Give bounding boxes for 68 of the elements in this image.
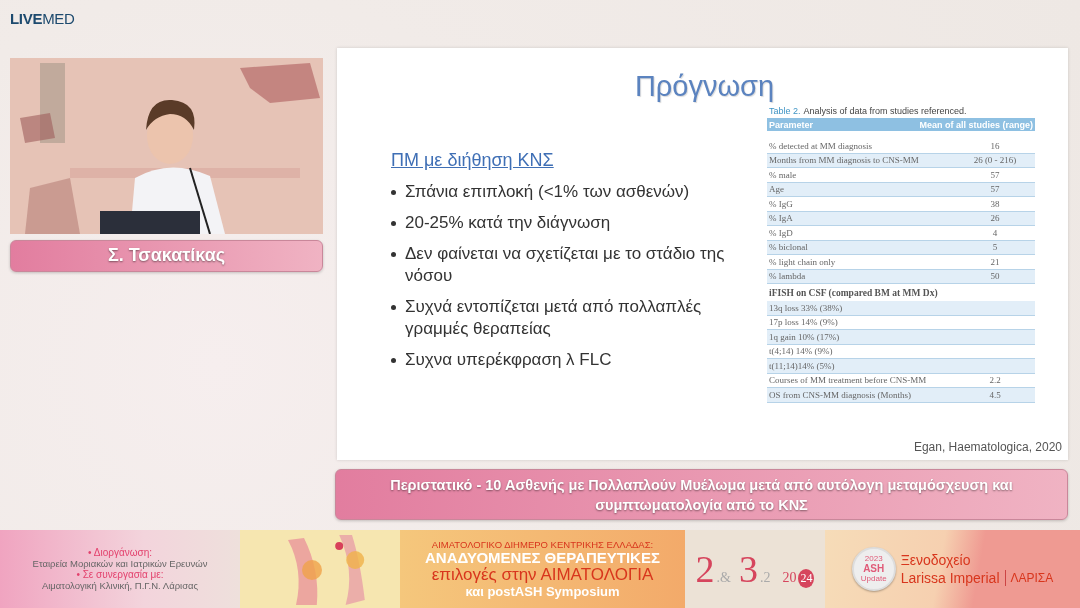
table-cell-text: 16 bbox=[989, 140, 1001, 151]
bullet-icon bbox=[391, 358, 396, 363]
date-year: 20 bbox=[782, 570, 797, 586]
table-cell: t(4;14) 14% (9%) bbox=[769, 346, 833, 357]
organizer-label: • Διοργάνωση: bbox=[88, 547, 152, 558]
table-cell-text: 50 bbox=[989, 271, 1001, 282]
column-header: Parameter bbox=[769, 119, 814, 130]
table-caption: Analysis of data from studies referenced. bbox=[803, 106, 967, 116]
date-year-highlight: 24 bbox=[798, 569, 815, 588]
table-cell: 1q gain 10% (17%) bbox=[769, 331, 840, 342]
bullet-icon bbox=[391, 221, 396, 226]
bullet-icon bbox=[391, 190, 396, 195]
table-cell: OS from CNS-MM diagnosis (Months) bbox=[769, 389, 911, 400]
partner-name: Αιματολογική Κλινική, Π.Γ.Ν. Λάρισας bbox=[41, 580, 199, 591]
venue-name: Larissa Imperial bbox=[900, 570, 1000, 586]
bullet-icon bbox=[391, 305, 396, 310]
bullet-icon bbox=[391, 252, 396, 257]
table-cell: % lambda bbox=[769, 271, 806, 282]
organizer-name: Εταιρεία Μοριακών και Ιατρικών Ερευνών bbox=[32, 558, 208, 569]
citation: Egan, Haematologica, 2020 bbox=[912, 440, 1062, 454]
event-symposium: και postASH Symposium bbox=[465, 584, 620, 599]
ash-update-badge: 2023 ASH Update bbox=[851, 547, 896, 591]
table-cell: Months from MM diagnosis to CNS-MM bbox=[769, 155, 919, 166]
event-tagline: επιλογές στην ΑΙΜΑΤΟΛΟΓΙΑ bbox=[431, 566, 654, 584]
table-cell-text: 4.5 bbox=[988, 389, 1002, 400]
table-cell-text: 26 bbox=[989, 213, 1001, 224]
table-cell-text: 4 bbox=[991, 227, 999, 238]
table-cell: % IgD bbox=[769, 227, 793, 238]
date-separator: .& bbox=[716, 570, 731, 586]
column-header: Mean of all studies (range) bbox=[919, 119, 1033, 130]
date-month: .2 bbox=[759, 570, 771, 586]
table-cell-text: 26 (0 - 216) bbox=[972, 155, 1018, 166]
table-cell: % biclonal bbox=[769, 242, 808, 253]
table-cell-text: 5 bbox=[991, 242, 999, 253]
table-cell: t(11;14)14% (5%) bbox=[769, 360, 835, 371]
table-cell: % IgA bbox=[769, 213, 793, 224]
table-section-title: iFISH on CSF (compared BM at MM Dx) bbox=[768, 287, 939, 300]
date-day: 3 bbox=[738, 547, 758, 591]
table-cell-text: 57 bbox=[989, 184, 1001, 195]
table-cell: Courses of MM treatment before CNS-MM bbox=[769, 375, 927, 386]
bullet-text: 20-25% κατά την διάγνωση bbox=[405, 212, 612, 234]
date-day: 2 bbox=[695, 547, 715, 591]
table-cell: 17p loss 14% (9%) bbox=[769, 317, 838, 328]
table-cell-text: 2.2 bbox=[988, 375, 1002, 386]
table-cell-text: 57 bbox=[989, 169, 1001, 180]
table-cell: % IgG bbox=[769, 198, 793, 209]
table-cell: 13q loss 33% (38%) bbox=[769, 302, 843, 313]
table-cell-text: 21 bbox=[989, 256, 1001, 267]
livemed-logo: LIVEMED bbox=[10, 10, 75, 27]
table-cell: % light chain only bbox=[769, 256, 836, 267]
slide-title: Πρόγνωση bbox=[634, 70, 775, 102]
bullet-text: Συχνα υπερέκφραση λ FLC bbox=[405, 349, 613, 371]
table-cell: % detected at MM diagnosis bbox=[769, 140, 872, 151]
table-cell-text: 38 bbox=[989, 198, 1001, 209]
bullet-text: Σπάνια επιπλοκή (<1% των ασθενών) bbox=[405, 181, 691, 203]
speaker-name: Σ. Τσακατίκας bbox=[10, 240, 323, 272]
table-caption-label: Table 2. bbox=[769, 106, 801, 116]
event-title: ΑΝΑΔΥΟΜΕΝΕΣ ΘΕΡΑΠΕΥΤΙΚΕΣ bbox=[425, 550, 660, 566]
venue-label: Ξενοδοχείο bbox=[900, 552, 972, 568]
table-cell: % male bbox=[769, 169, 797, 180]
case-caption: Περιστατικό - 10 Ασθενής με Πολλαπλούν Μυέλωμα μετά από αυτόλογη μεταμόσχευση και συμπτωματολογία από το ΚΝΣ bbox=[335, 469, 1068, 520]
slide-heading: ΠΜ με διήθηση ΚΝΣ bbox=[391, 150, 555, 171]
event-subtitle: ΑΙΜΑΤΟΛΟΓΙΚΟ ΔΙΗΜΕΡΟ ΚΕΝΤΡΙΚΗΣ ΕΛΛΑΔΑΣ: bbox=[431, 539, 654, 550]
bullet-text: Δεν φαίνεται να σχετίζεται με το στάδιο της νόσου bbox=[405, 243, 726, 287]
table-cell: Age bbox=[769, 184, 784, 195]
partner-label: • Σε συνεργασία με: bbox=[76, 569, 164, 580]
bullet-text: Συχνά εντοπίζεται μετά από πολλαπλές γραμμές θεραπείας bbox=[405, 296, 703, 340]
venue-city: ΛΑΡΙΣΑ bbox=[1010, 571, 1054, 585]
